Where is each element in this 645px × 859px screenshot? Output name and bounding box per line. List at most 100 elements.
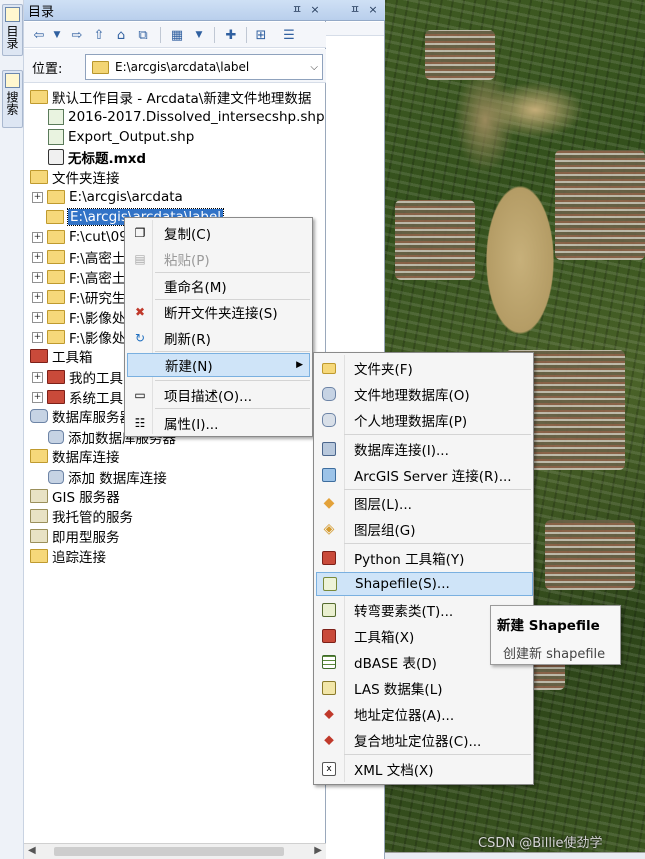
submenu-item-las-dataset[interactable]: LAS 数据集(L) (316, 676, 533, 700)
back-dropdown-icon[interactable]: ▼ (48, 26, 66, 44)
tree-item-label: 系统工具 (69, 391, 123, 407)
tree-item-folder[interactable]: + E:\arcgis\arcdata (32, 187, 183, 207)
scrollbar-thumb[interactable] (54, 847, 284, 856)
submenu-item-group-layer[interactable]: ◈ 图层组(G) (316, 517, 533, 541)
submenu-item-file-geodatabase[interactable]: 文件地理数据库(O) (316, 382, 533, 406)
expand-icon[interactable]: + (32, 391, 43, 403)
menu-item-label: LAS 数据集(L) (354, 682, 443, 698)
location-value: E:\arcgis\arcdata\label (115, 60, 250, 74)
menu-separator (155, 380, 310, 381)
menu-item-properties[interactable]: ☷ 属性(I)... (127, 411, 310, 435)
menu-item-refresh[interactable]: ↻ 刷新(R) (127, 326, 310, 350)
options-icon[interactable]: ☰ (280, 26, 298, 44)
close-button[interactable]: × (366, 3, 380, 17)
expand-icon[interactable]: + (32, 251, 43, 263)
tree-item-folder[interactable]: + F:\影像处 (32, 307, 125, 327)
tree-item-folder[interactable]: + F:\cut\09 (32, 227, 128, 247)
tree-item-folder[interactable]: + F:\高密土 (32, 267, 125, 287)
submenu-item-xml-document[interactable]: x XML 文档(X) (316, 757, 533, 781)
tree-item-my-toolboxes[interactable]: + 我的工具 (32, 367, 123, 387)
scroll-left-icon[interactable]: ◀ (28, 845, 36, 856)
expand-icon[interactable]: + (32, 191, 43, 203)
location-combobox[interactable]: E:\arcgis\arcdata\label ⌵ (85, 54, 323, 80)
tooltip: 新建 Shapefile 创建新 shapefile (490, 605, 621, 665)
tree-item-tracking-connections[interactable]: 追踪连接 (30, 546, 106, 566)
menu-item-new[interactable]: 新建(N) ▶ (127, 353, 310, 377)
submenu-item-personal-geodatabase[interactable]: 个人地理数据库(P) (316, 408, 533, 432)
menu-item-label: Python 工具箱(Y) (354, 552, 465, 568)
ready-services-icon (30, 529, 48, 543)
map-settlement (395, 200, 475, 280)
tree-item-add-database-connection[interactable]: 添加 数据库连接 (48, 467, 167, 487)
tree-item-shapefile[interactable]: Export_Output.shp (48, 127, 194, 147)
new-folder-icon[interactable]: ✚ (222, 26, 240, 44)
scroll-right-icon[interactable]: ▶ (314, 845, 322, 856)
chevron-down-icon[interactable]: ⌵ (310, 62, 318, 73)
tree-item-toolboxes[interactable]: 工具箱 (30, 346, 93, 366)
submenu-item-database-connection[interactable]: 数据库连接(I)... (316, 437, 533, 461)
tree-item-system-toolboxes[interactable]: + 系统工具 (32, 387, 123, 407)
tooltip-title: 新建 Shapefile (497, 618, 600, 634)
expand-icon[interactable]: + (32, 311, 43, 323)
horizontal-scrollbar[interactable]: ◀ ▶ (24, 843, 326, 859)
expand-icon[interactable]: + (32, 331, 43, 343)
submenu-item-layer[interactable]: ◆ 图层(L)... (316, 491, 533, 515)
tree-item-folder-connections[interactable]: 文件夹连接 (30, 167, 120, 187)
search-dock-tab[interactable]: 搜索 (2, 70, 23, 128)
home-icon[interactable]: ⌂ (112, 26, 130, 44)
gis-server-icon (30, 489, 48, 503)
menu-item-label: 项目描述(O)... (164, 389, 253, 405)
folder-icon (47, 330, 65, 344)
tree-item-label: GIS 服务器 (52, 490, 120, 506)
connect-folder-icon[interactable]: ⧉ (134, 26, 152, 44)
tree-item-label: F:\高密土 (69, 271, 126, 287)
close-button[interactable]: × (308, 3, 322, 17)
submenu-item-composite-locator[interactable]: ⬥ 复合地址定位器(C)... (316, 728, 533, 752)
submenu-item-folder[interactable]: 文件夹(F) (316, 356, 533, 380)
tree-item-gis-servers[interactable]: GIS 服务器 (30, 486, 120, 506)
tree-item-folder[interactable]: + F:\影像处 (32, 327, 125, 347)
pin-button[interactable]: ㅍ (348, 3, 362, 17)
tree-item-label: 工具箱 (52, 350, 93, 366)
tree-item-folder[interactable]: + F:\研究生 (32, 287, 125, 307)
submenu-item-arcgis-server-connection[interactable]: ArcGIS Server 连接(R)... (316, 463, 533, 487)
submenu-item-address-locator[interactable]: ⬥ 地址定位器(A)... (316, 702, 533, 726)
menu-separator (344, 543, 531, 544)
expand-icon[interactable]: + (32, 271, 43, 283)
submenu-item-python-toolbox[interactable]: Python 工具箱(Y) (316, 546, 533, 570)
tree-item-shapefile[interactable]: 2016-2017.Dissolved_intersecshp.shp (48, 107, 325, 127)
tree-item-database-connections[interactable]: 数据库连接 (30, 446, 120, 466)
dbase-table-icon (321, 654, 337, 670)
submenu-item-shapefile[interactable]: Shapefile(S)... (316, 572, 533, 596)
tree-options-icon[interactable]: ⊞ (252, 26, 270, 44)
database-connection-icon (321, 441, 337, 457)
view-list-icon[interactable]: ▦ (168, 26, 186, 44)
back-icon[interactable]: ⇦ (30, 26, 48, 44)
forward-icon[interactable]: ⇨ (68, 26, 86, 44)
folder-icon (47, 190, 65, 204)
tree-item-ready-services[interactable]: 即用型服务 (30, 526, 120, 546)
catalog-dock-tab[interactable]: 目录 (2, 4, 23, 56)
menu-item-disconnect-folder[interactable]: ✖ 断开文件夹连接(S) (127, 300, 310, 324)
menu-separator (155, 351, 310, 352)
toolbar-separator (246, 27, 247, 43)
expand-icon[interactable]: + (32, 371, 43, 383)
menu-item-paste[interactable]: ▤ 粘贴(P) (127, 247, 310, 271)
menu-item-copy[interactable]: ❐ 复制(C) (127, 221, 310, 245)
tree-item-database-servers[interactable]: 数据库服务器 (30, 406, 133, 426)
view-dropdown-icon[interactable]: ▼ (190, 26, 208, 44)
up-folder-icon[interactable]: ⇧ (90, 26, 108, 44)
menu-item-item-description[interactable]: ▭ 项目描述(O)... (127, 383, 310, 407)
pin-button[interactable]: ㅍ (290, 3, 304, 17)
expand-icon[interactable]: + (32, 291, 43, 303)
new-submenu: 文件夹(F) 文件地理数据库(O) 个人地理数据库(P) 数据库连接(I)...… (313, 352, 534, 785)
menu-item-rename[interactable]: 重命名(M) (127, 274, 310, 298)
tree-item-default-workspace[interactable]: 默认工作目录 - Arcdata\新建文件地理数据 (30, 87, 311, 107)
catalog-dock-tab-label: 目录 (5, 25, 19, 49)
tree-item-map-document[interactable]: 无标题.mxd (48, 147, 146, 167)
tree-item-folder[interactable]: + F:\高密土 (32, 247, 125, 267)
menu-item-label: 图层组(G) (354, 523, 416, 539)
expand-icon[interactable]: + (32, 231, 43, 243)
tree-item-label: 我的工具 (69, 371, 123, 387)
tree-item-hosted-services[interactable]: 我托管的服务 (30, 506, 133, 526)
